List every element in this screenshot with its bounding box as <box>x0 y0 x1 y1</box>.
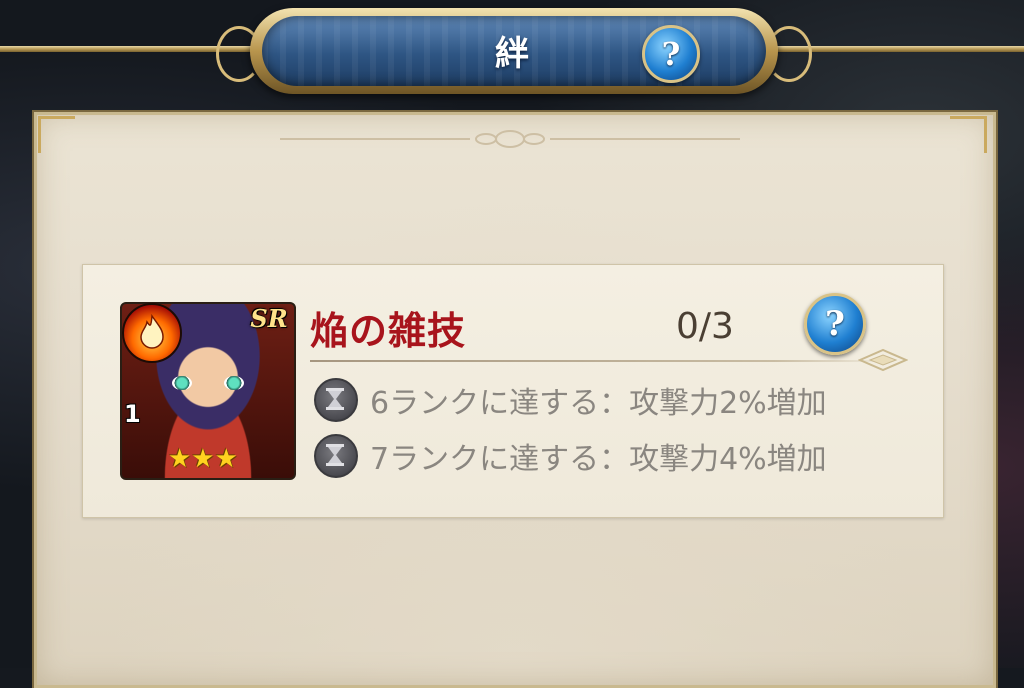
star-rating-text: ★★★ <box>168 444 238 474</box>
bond-progress: 0/3 <box>676 306 734 347</box>
portrait-eye-left <box>172 376 192 390</box>
header-help-button[interactable]: ? <box>642 25 700 83</box>
requirement-text: 6ランクに達する：攻撃力2%増加 <box>370 386 827 421</box>
requirement-item: 6ランクに達する：攻撃力2%増加 <box>314 378 827 422</box>
character-level: 1 <box>124 400 141 428</box>
divider-ornament <box>858 348 908 372</box>
portrait-eye-right <box>224 376 244 390</box>
panel-corner-ornament-right <box>950 116 987 153</box>
requirement-item: 7ランクに達する：攻撃力4%増加 <box>314 434 827 478</box>
divider <box>310 360 890 362</box>
requirement-text: 7ランクに達する：攻撃力4%増加 <box>370 442 827 477</box>
bond-skill-name: 焔の雑技 <box>310 309 467 353</box>
fire-element-icon <box>122 303 182 363</box>
rarity-badge: SR <box>250 304 288 333</box>
bond-help-button[interactable]: ? <box>804 293 866 355</box>
page-title: 絆 <box>495 34 529 74</box>
panel-top-ornament <box>280 130 740 148</box>
panel-corner-ornament-left <box>38 116 75 153</box>
hourglass-icon <box>314 378 358 422</box>
hourglass-icon <box>314 434 358 478</box>
star-rating: ★★★ <box>168 446 238 472</box>
